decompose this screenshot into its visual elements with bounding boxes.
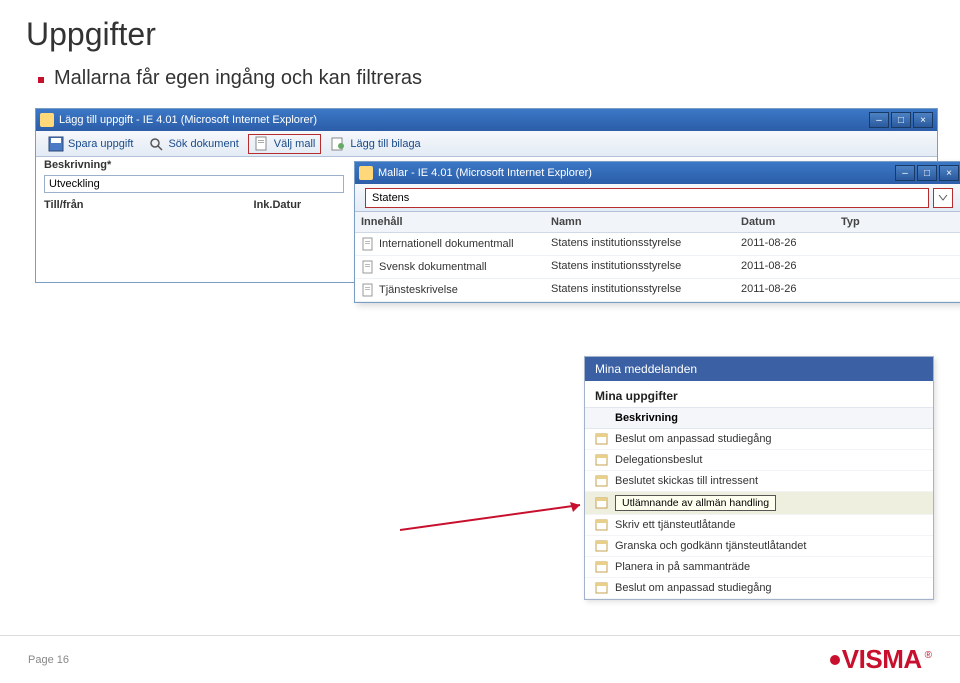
save-icon	[48, 136, 64, 152]
registered-icon: ®	[925, 650, 932, 661]
filter-dropdown-icon[interactable]	[933, 188, 953, 208]
list-item-text: Skriv ett tjänsteutlåtande	[615, 519, 735, 531]
favorite-icon	[40, 113, 54, 127]
description-input[interactable]	[44, 175, 344, 193]
table-row[interactable]: Svensk dokumentmall Statens institutions…	[355, 256, 960, 279]
list-item[interactable]: Skriv ett tjänsteutlåtande	[585, 515, 933, 536]
templates-popup-window: Mallar - IE 4.01 (Microsoft Internet Exp…	[354, 161, 960, 303]
bullet-1: Mallarna får egen ingång och kan filtrer…	[38, 67, 960, 90]
add-attachment-button[interactable]: Lägg till bilaga	[324, 134, 426, 154]
my-tasks-panel: Mina meddelanden Mina uppgifter Beskrivn…	[584, 356, 934, 600]
cell: 2011-08-26	[735, 233, 835, 255]
task-icon	[595, 474, 609, 488]
list-item-with-tooltip[interactable]: Utlämnande av allmän handling	[585, 492, 933, 515]
slide-title: Uppgifter	[0, 0, 960, 53]
list-item[interactable]: Beslut om anpassad studiegång	[585, 429, 933, 450]
task-icon	[595, 453, 609, 467]
maximize-button[interactable]: □	[917, 165, 937, 181]
attachment-icon	[330, 136, 346, 152]
arrow-icon	[400, 500, 600, 540]
favorite-icon	[359, 166, 373, 180]
choose-template-label: Välj mall	[274, 138, 316, 150]
close-button[interactable]: ×	[913, 112, 933, 128]
templates-table-header: Innehåll Namn Datum Typ	[355, 212, 960, 233]
cell: Statens institutionsstyrelse	[545, 233, 735, 255]
cell	[835, 256, 935, 278]
filter-input[interactable]	[365, 188, 929, 208]
cell: 2011-08-26	[735, 279, 835, 301]
to-from-label: Till/från	[44, 199, 84, 211]
template-icon	[254, 136, 270, 152]
task-icon	[595, 560, 609, 574]
bullet-dot-icon	[38, 77, 44, 83]
cell	[835, 233, 935, 255]
close-button[interactable]: ×	[939, 165, 959, 181]
document-icon	[361, 260, 375, 274]
task-icon	[595, 432, 609, 446]
list-item[interactable]: Beslut om anpassad studiegång	[585, 578, 933, 599]
tooltip: Utlämnande av allmän handling	[615, 495, 776, 511]
panel-header-messages[interactable]: Mina meddelanden	[585, 357, 933, 381]
search-document-button[interactable]: Sök dokument	[142, 134, 244, 154]
screenshot-add-task-window: Lägg till uppgift - IE 4.01 (Microsoft I…	[35, 108, 938, 283]
logo-dot-icon	[830, 655, 840, 665]
save-task-button[interactable]: Spara uppgift	[42, 134, 139, 154]
panel-column-header: Beskrivning	[585, 408, 933, 429]
table-row[interactable]: Tjänsteskrivelse Statens institutionssty…	[355, 279, 960, 302]
window-titlebar: Lägg till uppgift - IE 4.01 (Microsoft I…	[36, 109, 937, 131]
toolbar: Spara uppgift Sök dokument Välj mall Läg…	[36, 131, 937, 157]
choose-template-button[interactable]: Välj mall	[248, 134, 322, 154]
table-row[interactable]: Internationell dokumentmall Statens inst…	[355, 233, 960, 256]
cell: Statens institutionsstyrelse	[545, 279, 735, 301]
list-item[interactable]: Granska och godkänn tjänsteutlåtandet	[585, 536, 933, 557]
logo-text: VISMA	[842, 644, 922, 675]
popup-titlebar: Mallar - IE 4.01 (Microsoft Internet Exp…	[355, 162, 960, 184]
cell: 2011-08-26	[735, 256, 835, 278]
popup-title: Mallar - IE 4.01 (Microsoft Internet Exp…	[378, 167, 592, 179]
task-icon	[595, 496, 609, 510]
visma-logo: VISMA ®	[830, 644, 932, 675]
list-item[interactable]: Planera in på sammanträde	[585, 557, 933, 578]
col-namn[interactable]: Namn	[545, 212, 735, 232]
search-label: Sök dokument	[168, 138, 238, 150]
panel-header-tasks[interactable]: Mina uppgifter	[585, 381, 933, 408]
list-item[interactable]: Beslutet skickas till intressent	[585, 471, 933, 492]
save-label: Spara uppgift	[68, 138, 133, 150]
cell: Internationell dokumentmall	[379, 238, 514, 250]
cell: Tjänsteskrivelse	[379, 284, 458, 296]
list-item-text: Granska och godkänn tjänsteutlåtandet	[615, 540, 806, 552]
list-item-text: Beslut om anpassad studiegång	[615, 433, 772, 445]
task-icon	[595, 581, 609, 595]
window-title: Lägg till uppgift - IE 4.01 (Microsoft I…	[59, 114, 317, 126]
list-item[interactable]: Delegationsbeslut	[585, 450, 933, 471]
document-icon	[361, 237, 375, 251]
list-item-text: Planera in på sammanträde	[615, 561, 750, 573]
ink-date-label: Ink.Datur	[254, 199, 302, 211]
task-icon	[595, 539, 609, 553]
minimize-button[interactable]: –	[895, 165, 915, 181]
attachment-label: Lägg till bilaga	[350, 138, 420, 150]
bullet-1-text: Mallarna får egen ingång och kan filtrer…	[54, 67, 422, 90]
col-typ[interactable]: Typ	[835, 212, 935, 232]
minimize-button[interactable]: –	[869, 112, 889, 128]
document-icon	[361, 283, 375, 297]
task-icon	[595, 518, 609, 532]
maximize-button[interactable]: □	[891, 112, 911, 128]
search-icon	[148, 136, 164, 152]
cell	[835, 279, 935, 301]
page-number: Page 16	[28, 654, 69, 666]
filter-bar	[355, 184, 960, 212]
col-innehall[interactable]: Innehåll	[355, 212, 545, 232]
list-item-text: Beslut om anpassad studiegång	[615, 582, 772, 594]
cell: Svensk dokumentmall	[379, 261, 487, 273]
list-item-text: Beslutet skickas till intressent	[615, 475, 758, 487]
slide-footer: Page 16 VISMA ®	[0, 635, 960, 683]
col-datum[interactable]: Datum	[735, 212, 835, 232]
list-item-text: Delegationsbeslut	[615, 454, 702, 466]
cell: Statens institutionsstyrelse	[545, 256, 735, 278]
